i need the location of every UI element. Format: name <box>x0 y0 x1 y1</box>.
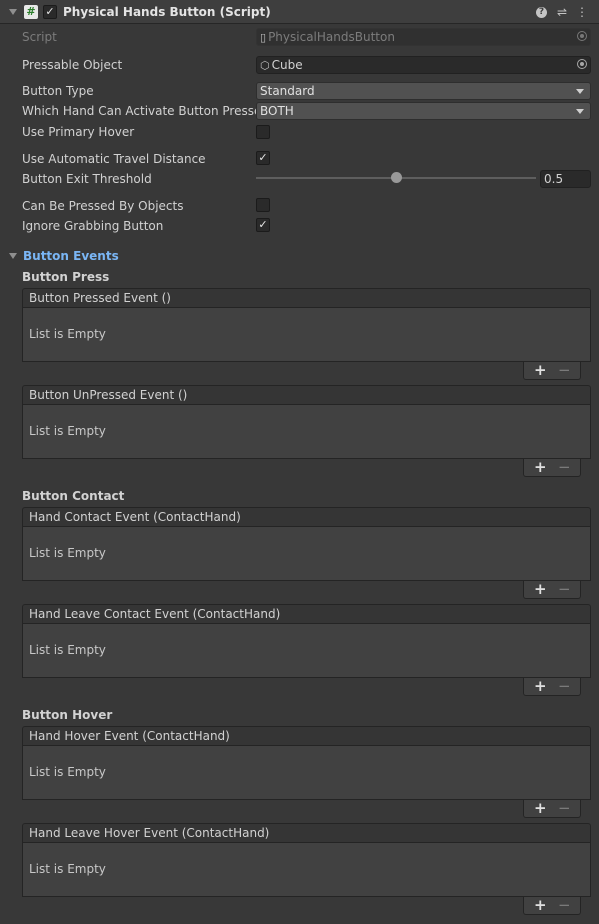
add-listener-button[interactable]: + <box>534 581 547 597</box>
remove-listener-button[interactable]: − <box>558 800 571 816</box>
use-primary-hover-label: Use Primary Hover <box>22 125 135 139</box>
pressed-by-objects-checkbox[interactable] <box>256 198 270 212</box>
remove-listener-button[interactable]: − <box>558 459 571 475</box>
component-header[interactable]: # ✓ Physical Hands Button (Script) ? ⇌ ⋮ <box>0 0 599 24</box>
event-list-body: List is Empty <box>22 624 591 678</box>
pressable-object-label: Pressable Object <box>22 58 123 72</box>
script-file-icon: ▯ <box>260 31 267 44</box>
component-enabled-checkbox[interactable]: ✓ <box>43 5 57 19</box>
exit-threshold-input[interactable]: 0.5 <box>540 170 591 188</box>
presets-icon[interactable]: ⇌ <box>555 5 569 19</box>
add-listener-button[interactable]: + <box>534 800 547 816</box>
button-contact-title: Button Contact <box>22 489 125 503</box>
add-listener-button[interactable]: + <box>534 897 547 913</box>
button-type-label: Button Type <box>22 84 94 98</box>
event-header: Button UnPressed Event () <box>22 385 591 405</box>
event-list-footer: + − <box>523 678 581 696</box>
button-type-value: Standard <box>260 84 315 98</box>
help-icon[interactable]: ? <box>536 7 547 18</box>
remove-listener-button[interactable]: − <box>558 678 571 694</box>
inspector-panel: # ✓ Physical Hands Button (Script) ? ⇌ ⋮… <box>0 0 599 924</box>
which-hand-value: BOTH <box>260 104 294 118</box>
foldout-arrow-icon[interactable] <box>9 9 17 15</box>
dropdown-arrow-icon <box>576 89 584 94</box>
use-auto-travel-label: Use Automatic Travel Distance <box>22 152 206 166</box>
event-list-footer: + − <box>523 581 581 599</box>
script-field: ▯ PhysicalHandsButton <box>256 28 591 46</box>
script-value: PhysicalHandsButton <box>268 30 395 44</box>
pressable-object-field[interactable]: ⬡ Cube <box>256 56 591 74</box>
button-events-foldout-icon[interactable] <box>9 253 17 259</box>
event-list-footer: + − <box>523 800 581 818</box>
button-hover-title: Button Hover <box>22 708 113 722</box>
event-list-footer: + − <box>523 362 581 380</box>
event-list-footer: + − <box>523 459 581 477</box>
event-header: Hand Contact Event (ContactHand) <box>22 507 591 527</box>
event-list-body: List is Empty <box>22 405 591 459</box>
script-label: Script <box>22 30 57 44</box>
ignore-grabbing-label: Ignore Grabbing Button <box>22 219 164 233</box>
which-hand-dropdown[interactable]: BOTH <box>256 102 591 120</box>
cube-icon: ⬡ <box>260 59 270 72</box>
which-hand-label: Which Hand Can Activate Button Presses <box>22 104 268 118</box>
use-primary-hover-checkbox[interactable] <box>256 125 270 139</box>
exit-threshold-label: Button Exit Threshold <box>22 172 152 186</box>
event-list-body: List is Empty <box>22 527 591 581</box>
use-auto-travel-checkbox[interactable]: ✓ <box>256 151 270 165</box>
dropdown-arrow-icon <box>576 109 584 114</box>
event-list-footer: + − <box>523 897 581 915</box>
event-list-body: List is Empty <box>22 308 591 362</box>
context-menu-icon[interactable]: ⋮ <box>575 5 589 19</box>
button-press-title: Button Press <box>22 270 110 284</box>
add-listener-button[interactable]: + <box>534 459 547 475</box>
button-type-dropdown[interactable]: Standard <box>256 82 591 100</box>
remove-listener-button[interactable]: − <box>558 897 571 913</box>
event-header: Button Pressed Event () <box>22 288 591 308</box>
button-events-title[interactable]: Button Events <box>23 249 119 263</box>
pressed-by-objects-label: Can Be Pressed By Objects <box>22 199 184 213</box>
exit-threshold-slider-handle[interactable] <box>390 172 402 183</box>
object-picker-icon[interactable] <box>577 59 587 69</box>
object-picker-icon <box>577 31 587 41</box>
component-title: Physical Hands Button (Script) <box>63 5 271 19</box>
pressable-object-value: Cube <box>271 58 303 72</box>
ignore-grabbing-checkbox[interactable]: ✓ <box>256 218 270 232</box>
add-listener-button[interactable]: + <box>534 678 547 694</box>
event-header: Hand Hover Event (ContactHand) <box>22 726 591 746</box>
remove-listener-button[interactable]: − <box>558 362 571 378</box>
event-list-body: List is Empty <box>22 746 591 800</box>
add-listener-button[interactable]: + <box>534 362 547 378</box>
remove-listener-button[interactable]: − <box>558 581 571 597</box>
event-list-body: List is Empty <box>22 843 591 897</box>
event-header: Hand Leave Contact Event (ContactHand) <box>22 604 591 624</box>
event-header: Hand Leave Hover Event (ContactHand) <box>22 823 591 843</box>
script-icon: # <box>24 5 38 19</box>
